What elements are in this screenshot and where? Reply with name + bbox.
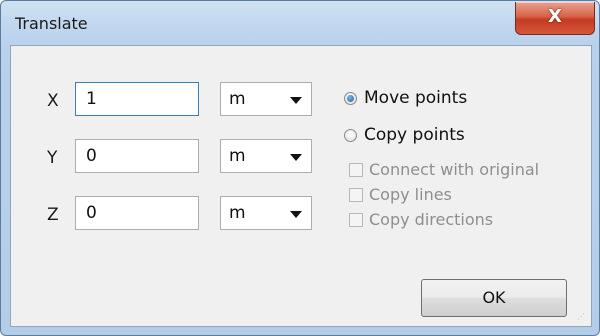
x-unit-value: m [229,89,246,109]
window-title: Translate [15,14,88,33]
connect-with-original-option[interactable]: Connect with original [349,160,539,179]
z-unit-value: m [229,203,246,223]
y-unit-select[interactable]: m [220,139,312,173]
chevron-down-icon [290,211,302,218]
z-unit-select[interactable]: m [220,196,312,230]
move-points-label: Move points [364,88,468,108]
y-value-input[interactable]: 0 [75,139,199,173]
move-points-option[interactable]: Move points [344,88,467,108]
copy-points-label: Copy points [364,125,465,145]
connect-with-original-label: Connect with original [369,160,540,179]
copy-lines-checkbox[interactable] [349,187,363,202]
copy-points-option[interactable]: Copy points [344,125,465,145]
resize-grip-icon[interactable]: ⋰ [577,313,587,323]
copy-points-radio[interactable] [344,128,357,142]
x-value-input[interactable]: 1 [75,82,199,116]
connect-with-original-checkbox[interactable] [349,162,363,177]
move-points-radio[interactable] [344,91,357,105]
x-axis-label: X [47,91,59,111]
close-button[interactable]: X [515,2,595,35]
y-unit-value: m [229,146,246,166]
copy-lines-option[interactable]: Copy lines [349,185,452,204]
copy-directions-label: Copy directions [369,210,494,229]
close-icon: X [548,6,562,27]
chevron-down-icon [290,154,302,161]
ok-button[interactable]: OK [421,279,567,317]
translate-dialog: Translate X X 1 m Y 0 m Z 0 m Move point… [0,0,600,336]
dialog-body: X 1 m Y 0 m Z 0 m Move points Copy point… [10,45,592,327]
copy-directions-checkbox[interactable] [349,212,363,227]
x-unit-select[interactable]: m [220,82,312,116]
chevron-down-icon [290,97,302,104]
z-axis-label: Z [47,205,59,225]
z-value-input[interactable]: 0 [75,196,199,230]
copy-lines-label: Copy lines [369,185,452,204]
y-axis-label: Y [47,148,58,168]
copy-directions-option[interactable]: Copy directions [349,210,493,229]
